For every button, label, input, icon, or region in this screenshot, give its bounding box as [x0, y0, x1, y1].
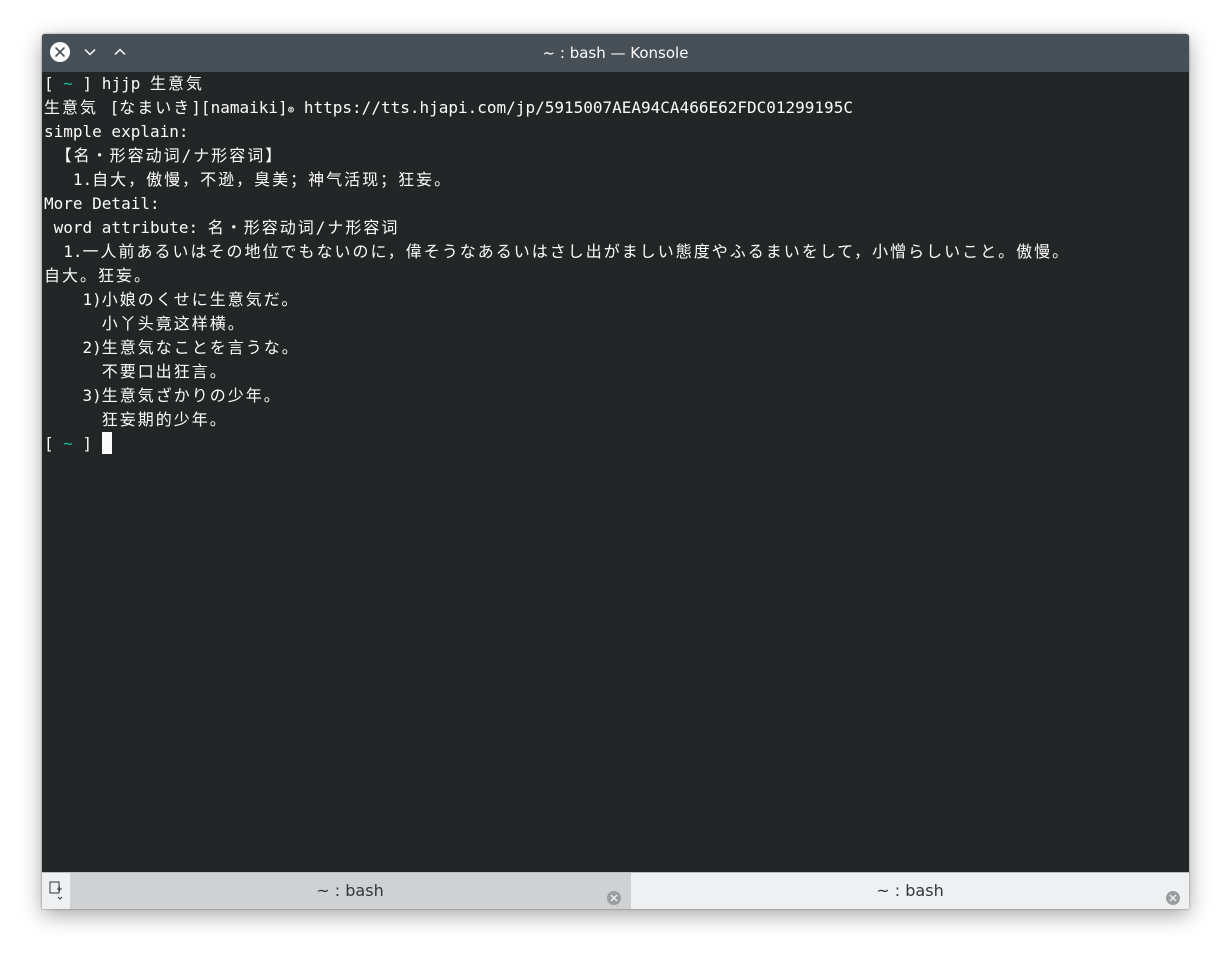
- terminal-line: 自大。狂妄。: [44, 264, 1189, 288]
- terminal-line: 【名・形容动词/ナ形容词】: [44, 144, 1189, 168]
- tab-close-icon[interactable]: [1165, 883, 1181, 905]
- terminal-line: 1.自大，傲慢，不逊，臭美；神气活现；狂妄。: [44, 168, 1189, 192]
- tab-bash-2[interactable]: ~ : bash: [631, 873, 1189, 909]
- text-cursor: [101, 432, 112, 454]
- output-text: [: [44, 434, 64, 453]
- output-text: 1.: [44, 242, 83, 261]
- output-text: 2): [44, 338, 102, 357]
- terminal-line: 1.一人前あるいはその地位でもないのに，偉そうなあるいはさし出がましい態度やふる…: [44, 240, 1189, 264]
- terminal-line: [ ~ ] hjjp 生意気: [44, 72, 1189, 96]
- tab-label: ~ : bash: [876, 881, 944, 900]
- output-text: 不要口出狂言。: [101, 362, 228, 381]
- output-text: ] hjjp: [72, 74, 150, 93]
- terminal-line: 3)生意気ざかりの少年。: [44, 384, 1189, 408]
- output-text: 名・形容动词/ナ形容词: [207, 218, 400, 237]
- terminal-line: 不要口出狂言。: [44, 360, 1189, 384]
- terminal-line: simple explain:: [44, 120, 1189, 144]
- tab-label: ~ : bash: [316, 881, 384, 900]
- tab-bash-1[interactable]: ~ : bash: [70, 873, 630, 909]
- output-text: [: [44, 74, 64, 93]
- terminal-line: word attribute: 名・形容动词/ナ形容词: [44, 216, 1189, 240]
- output-text: 生意気なことを言うな。: [101, 338, 300, 357]
- output-text: 3): [44, 386, 102, 405]
- output-text: word attribute:: [44, 218, 208, 237]
- prompt-directory: ~: [63, 434, 73, 453]
- output-text: 自大。狂妄。: [44, 266, 153, 285]
- tab-bar: ~ : bash ~ : bash: [42, 872, 1189, 909]
- prompt-directory: ~: [63, 74, 73, 93]
- output-text: 狂妄期的少年。: [101, 410, 228, 429]
- new-tab-icon[interactable]: [42, 873, 70, 909]
- chevron-up-icon[interactable]: [108, 40, 132, 64]
- output-text: 生意気: [44, 98, 110, 117]
- terminal-line: 小丫头竟这样横。: [44, 312, 1189, 336]
- output-text: 【名・形容动词/ナ形容词】: [44, 146, 284, 165]
- output-text: 小丫头竟这样横。: [101, 314, 246, 333]
- output-text: 1): [44, 290, 102, 309]
- output-text: 自大，傲慢，不逊，臭美；神气活现；狂妄。: [92, 170, 453, 189]
- output-text: 小娘のくせに生意気だ。: [101, 290, 300, 309]
- terminal-line: 生意気 [なまいき][namaiki]⊚ https://tts.hjapi.c…: [44, 96, 1189, 120]
- output-text: simple explain:: [44, 122, 189, 141]
- output-text: 1.: [44, 170, 93, 189]
- output-text: 生意気: [149, 74, 204, 93]
- terminal-line: 2)生意気なことを言うな。: [44, 336, 1189, 360]
- output-text: https://tts.hjapi.com/jp/5915007AEA94CA4…: [294, 98, 853, 117]
- terminal-line: More Detail:: [44, 192, 1189, 216]
- output-text: 一人前あるいはその地位でもないのに，偉そうなあるいはさし出がましい態度やふるまい…: [82, 242, 1071, 261]
- output-text: [: [109, 98, 120, 117]
- terminal-line: 1)小娘のくせに生意気だ。: [44, 288, 1189, 312]
- titlebar[interactable]: ~ : bash — Konsole: [42, 34, 1189, 72]
- terminal-line: [ ~ ]: [44, 432, 1189, 456]
- terminal-line: 狂妄期的少年。: [44, 408, 1189, 432]
- output-text: More Detail:: [44, 194, 160, 213]
- output-text: ][namaiki]: [191, 98, 288, 117]
- window-title: ~ : bash — Konsole: [542, 44, 689, 62]
- output-text: なまいき: [119, 98, 192, 117]
- tab-close-icon[interactable]: [606, 883, 622, 905]
- chevron-down-icon[interactable]: [78, 40, 102, 64]
- output-text: ]: [72, 434, 102, 453]
- terminal-output[interactable]: [ ~ ] hjjp 生意気 生意気 [なまいき][namaiki]⊚ https…: [42, 72, 1189, 872]
- close-icon[interactable]: [48, 40, 72, 64]
- output-text: 生意気ざかりの少年。: [101, 386, 282, 405]
- konsole-window: ~ : bash — Konsole [ ~ ] hjjp 生意気 生意気 [なま…: [42, 34, 1189, 909]
